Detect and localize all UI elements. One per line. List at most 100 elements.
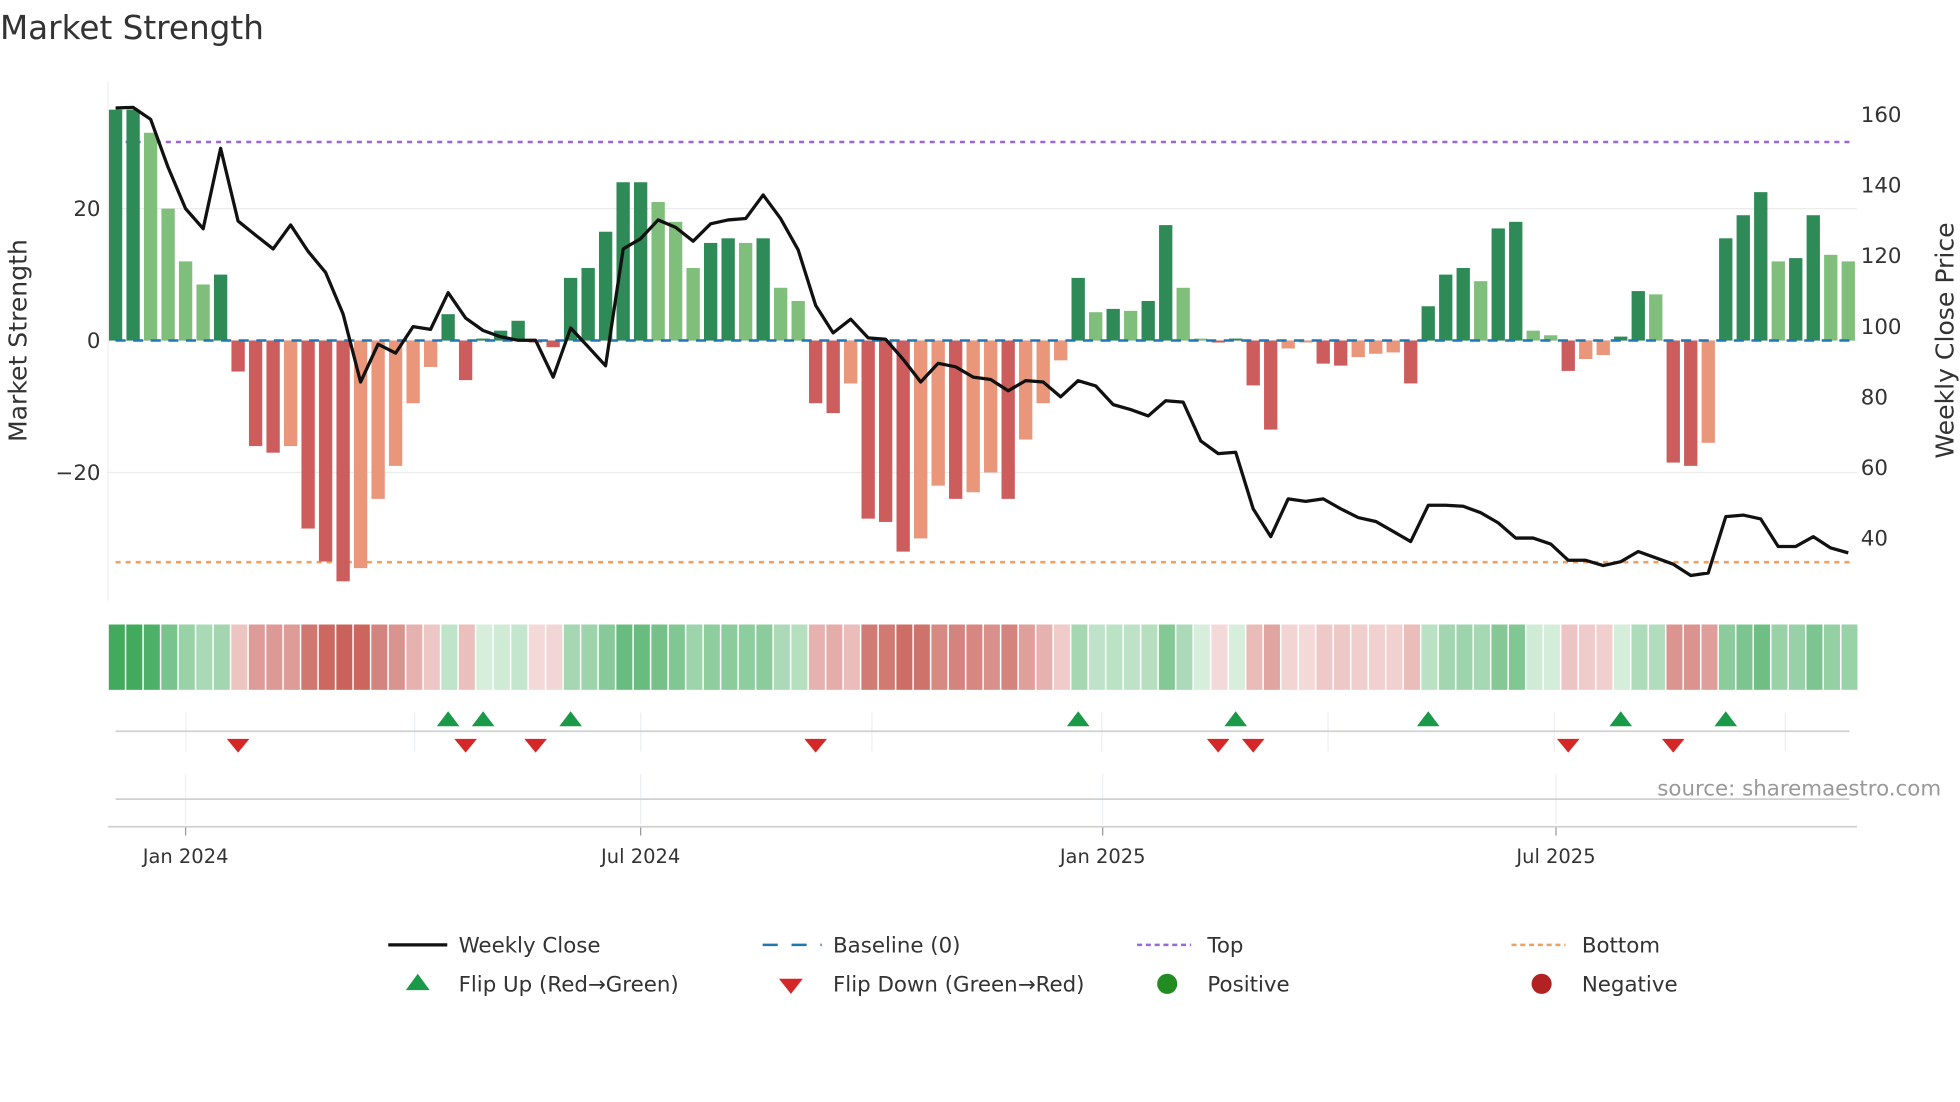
strength-bar — [1316, 340, 1330, 364]
source-label: source: sharemaestro.com — [1657, 776, 1941, 801]
flip-up-marker — [1066, 711, 1090, 727]
flip-markers — [115, 711, 1850, 753]
strength-bar — [1474, 281, 1488, 341]
heat-cell — [1631, 624, 1648, 690]
heat-cell — [1683, 624, 1700, 690]
heat-cell — [1053, 624, 1070, 690]
x-axis: Jan 2024 Jul 2024 Jan 2025 Jul 2025 — [108, 774, 1857, 868]
heat-cell — [336, 624, 353, 690]
heat-cell — [861, 624, 878, 690]
x-tick-label: Jan 2025 — [1059, 845, 1146, 868]
heat-cell — [983, 624, 1000, 690]
strength-bar — [1054, 340, 1068, 361]
heat-cell — [266, 624, 283, 690]
flip-down-marker — [1556, 738, 1580, 753]
legend-flip-down-label: Flip Down (Green→Red) — [833, 972, 1084, 997]
heat-cell — [1088, 624, 1105, 690]
y2-tick-label: 140 — [1861, 174, 1902, 199]
heat-cell — [1753, 624, 1770, 690]
strength-bar — [773, 287, 788, 341]
heat-cell — [476, 624, 493, 690]
strength-bar — [844, 340, 858, 384]
strength-bar — [1596, 340, 1610, 356]
y2-tick-label: 60 — [1861, 456, 1888, 481]
flip-down-marker — [1206, 738, 1230, 753]
strength-bar — [1824, 254, 1838, 341]
heat-cell — [1648, 624, 1665, 690]
heat-cell — [563, 624, 580, 690]
heat-cell — [1596, 624, 1613, 690]
heat-cell — [1036, 624, 1053, 690]
heat-cell — [178, 624, 195, 690]
strength-bar — [1456, 267, 1470, 341]
heat-cell — [1701, 624, 1718, 690]
heat-cell — [301, 624, 318, 690]
strength-bar — [511, 320, 525, 341]
heat-cell — [721, 624, 738, 690]
legend-baseline-label: Baseline (0) — [833, 933, 961, 958]
strength-bar — [1019, 340, 1033, 440]
strength-bar — [1754, 192, 1768, 341]
strength-bar — [301, 340, 315, 529]
legend-negative-label: Negative — [1582, 972, 1678, 997]
heat-cell — [1526, 624, 1543, 690]
heat-cell — [1193, 624, 1210, 690]
heat-cell — [686, 624, 703, 690]
strength-bars — [108, 109, 1855, 582]
y-tick-label: −20 — [55, 461, 100, 486]
strength-bar — [1036, 340, 1050, 404]
strength-bar — [423, 340, 438, 367]
heat-cell — [441, 624, 458, 690]
strength-bar — [1246, 340, 1260, 386]
strength-bar — [1666, 340, 1680, 463]
strength-bar — [721, 238, 735, 341]
y2-tick-label: 100 — [1861, 315, 1902, 340]
heat-cell — [948, 624, 965, 690]
strength-bar — [1124, 310, 1138, 341]
heat-cell — [318, 624, 335, 690]
strength-bar — [1631, 291, 1645, 341]
heat-cell — [756, 624, 773, 690]
strength-bar — [318, 340, 333, 562]
strength-bar — [1509, 221, 1523, 341]
strength-bar — [441, 314, 455, 341]
strength-bar — [108, 109, 123, 341]
flip-down-marker — [1241, 738, 1265, 753]
strength-bar — [1789, 258, 1803, 341]
heat-cell — [1561, 624, 1578, 690]
heat-cell — [1141, 624, 1158, 690]
heat-cell — [213, 624, 230, 690]
heat-cell — [1841, 624, 1858, 690]
heat-cell — [1018, 624, 1035, 690]
strength-bar — [231, 340, 245, 372]
strength-bar — [1526, 330, 1540, 341]
strength-bar — [1001, 340, 1015, 499]
strength-bar — [914, 340, 928, 539]
heat-cell — [1001, 624, 1018, 690]
strength-bar — [1701, 340, 1715, 443]
heat-cell — [1613, 624, 1630, 690]
heat-cell — [1351, 624, 1368, 690]
heat-cell — [1473, 624, 1490, 690]
strength-bar — [1089, 312, 1103, 341]
flip-down-marker — [804, 738, 827, 753]
strength-bar — [1334, 340, 1348, 366]
heat-cell — [773, 624, 790, 690]
heat-cell — [1158, 624, 1175, 690]
heat-cell — [108, 624, 125, 690]
heat-cell — [791, 624, 808, 690]
heat-cell — [1211, 624, 1228, 690]
y2-tick-label: 80 — [1861, 385, 1888, 410]
strength-bar — [1351, 340, 1365, 358]
strength-bar — [756, 238, 770, 341]
heat-cell — [843, 624, 860, 690]
y-tick-label: 0 — [87, 329, 101, 354]
heat-cell — [1771, 624, 1788, 690]
flip-down-marker — [1661, 738, 1685, 753]
strength-bar — [809, 340, 823, 404]
y2-tick-label: 120 — [1861, 244, 1902, 269]
strength-bar — [984, 340, 998, 473]
strength-bar — [1176, 287, 1190, 341]
strength-bar — [406, 340, 420, 404]
flip-up-marker — [436, 711, 460, 727]
